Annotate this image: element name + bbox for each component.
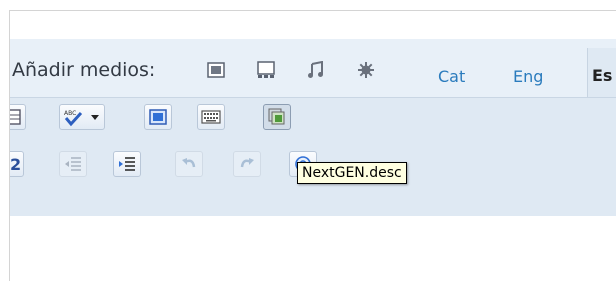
gallery-icon[interactable] bbox=[257, 61, 275, 79]
music-icon[interactable] bbox=[307, 60, 325, 79]
outdent-button[interactable] bbox=[59, 151, 87, 177]
tab-es[interactable]: Es bbox=[587, 48, 616, 97]
undo-button[interactable] bbox=[175, 151, 203, 177]
svg-text:2: 2 bbox=[10, 155, 20, 174]
table-button[interactable] bbox=[10, 104, 26, 130]
chevron-down-icon[interactable] bbox=[91, 115, 99, 120]
tab-cat[interactable]: Cat bbox=[438, 67, 465, 86]
tab-eng[interactable]: Eng bbox=[513, 67, 543, 86]
editor-frame: Añadir medios: Cat Eng Es ABC NextGEN.de… bbox=[9, 10, 616, 281]
svg-text:ABC: ABC bbox=[64, 110, 76, 117]
media-bar: Añadir medios: Cat Eng Es bbox=[10, 39, 616, 97]
nextgen-gallery-button[interactable] bbox=[263, 104, 291, 130]
keyboard-button[interactable] bbox=[197, 104, 225, 130]
indent-button[interactable] bbox=[113, 151, 141, 177]
tab-es-label: Es bbox=[592, 66, 613, 85]
spellcheck-button[interactable]: ABC bbox=[59, 104, 105, 130]
editor-toolbar: ABC 2 bbox=[10, 97, 616, 216]
star-icon[interactable] bbox=[357, 61, 375, 79]
add-media-label: Añadir medios: bbox=[12, 59, 156, 81]
image-icon[interactable] bbox=[207, 61, 225, 79]
tooltip: NextGEN.desc bbox=[297, 162, 407, 184]
insert-media-button[interactable] bbox=[144, 104, 172, 130]
help-button[interactable]: 2 bbox=[10, 151, 24, 177]
redo-button[interactable] bbox=[233, 151, 261, 177]
